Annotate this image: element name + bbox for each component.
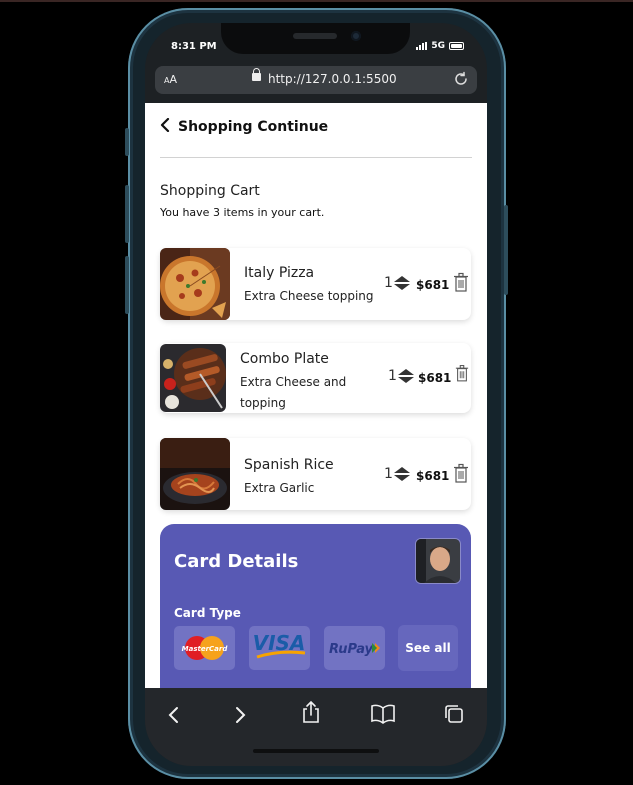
lock-icon <box>252 68 261 81</box>
shopping-continue-label: Shopping Continue <box>178 119 329 135</box>
volume-up-button <box>125 185 129 243</box>
power-button <box>504 205 508 295</box>
cart-item: Combo Plate Extra Cheese and topping 1 $… <box>160 343 471 413</box>
mute-switch <box>125 128 129 156</box>
item-name: Combo Plate <box>240 351 329 367</box>
cart-title: Shopping Cart <box>160 183 260 199</box>
avatar <box>415 538 461 584</box>
earpiece-speaker <box>293 33 337 39</box>
text-size-button[interactable]: AA <box>164 73 177 86</box>
item-name: Spanish Rice <box>244 457 334 473</box>
rupay-logo: RuPay <box>329 642 380 657</box>
visa-logo: VISA <box>253 631 305 659</box>
trash-icon[interactable] <box>455 364 469 382</box>
quantity-stepper[interactable]: 1 <box>388 368 414 384</box>
share-icon[interactable] <box>301 700 321 728</box>
mastercard-option[interactable]: MasterCard <box>174 626 235 670</box>
quantity-value: 1 <box>384 466 393 482</box>
mastercard-logo: MasterCard <box>182 636 229 660</box>
mastercard-text: MasterCard <box>182 645 229 653</box>
combo-plate-image <box>160 344 226 412</box>
web-page: Shopping Continue Shopping Cart You have… <box>145 103 487 688</box>
item-price: $681 <box>416 469 450 483</box>
home-indicator <box>253 749 379 753</box>
card-details-panel: Card Details Card Type MasterCard VISA R… <box>160 524 471 688</box>
forward-icon[interactable] <box>233 704 247 730</box>
trash-icon[interactable] <box>453 463 469 483</box>
cart-item: Spanish Rice Extra Garlic 1 $681 <box>160 438 471 510</box>
card-type-label: Card Type <box>174 606 241 620</box>
volume-down-button <box>125 256 129 314</box>
visa-option[interactable]: VISA <box>249 626 310 670</box>
item-price: $681 <box>418 371 452 385</box>
card-details-title: Card Details <box>174 551 299 572</box>
item-price: $681 <box>416 278 450 292</box>
quantity-stepper-icon[interactable] <box>393 466 410 482</box>
spanish-rice-image <box>160 438 230 510</box>
phone-screen: 8:31 PM 5G AA http://127.0.0.1:5500 Shop… <box>145 23 487 766</box>
trash-icon[interactable] <box>453 272 469 292</box>
signal-icon <box>416 42 428 50</box>
back-icon[interactable] <box>167 704 181 730</box>
see-all-button[interactable]: See all <box>398 625 458 671</box>
cart-subtitle: You have 3 items in your cart. <box>160 206 325 219</box>
quantity-stepper[interactable]: 1 <box>384 275 410 291</box>
status-indicators: 5G <box>416 41 464 51</box>
bookmarks-icon[interactable] <box>371 704 395 728</box>
top-edge-line <box>0 0 633 2</box>
item-description: Extra Cheese and topping <box>240 375 347 410</box>
network-label: 5G <box>431 41 445 51</box>
status-time: 8:31 PM <box>171 41 217 52</box>
address-bar[interactable]: AA http://127.0.0.1:5500 <box>155 66 477 94</box>
front-camera <box>351 31 361 41</box>
quantity-stepper[interactable]: 1 <box>384 466 410 482</box>
quantity-value: 1 <box>388 368 397 384</box>
back-chevron-icon <box>160 117 170 136</box>
header-divider <box>160 157 472 158</box>
tabs-icon[interactable] <box>444 704 464 728</box>
quantity-stepper-icon[interactable] <box>397 368 414 384</box>
reload-icon[interactable] <box>453 71 469 91</box>
pizza-image <box>160 248 230 320</box>
battery-icon <box>449 42 464 50</box>
shopping-continue-link[interactable]: Shopping Continue <box>160 117 329 136</box>
quantity-stepper-icon[interactable] <box>393 275 410 291</box>
item-name: Italy Pizza <box>244 265 315 281</box>
quantity-value: 1 <box>384 275 393 291</box>
rupay-option[interactable]: RuPay <box>324 626 385 670</box>
item-description: Extra Cheese topping <box>244 289 374 303</box>
rupay-text: RuPay <box>329 642 374 657</box>
url-text[interactable]: http://127.0.0.1:5500 <box>268 72 397 86</box>
browser-toolbar <box>145 688 487 766</box>
cart-item: Italy Pizza Extra Cheese topping 1 $681 <box>160 248 471 320</box>
notch <box>221 23 410 54</box>
item-description: Extra Garlic <box>244 481 315 495</box>
